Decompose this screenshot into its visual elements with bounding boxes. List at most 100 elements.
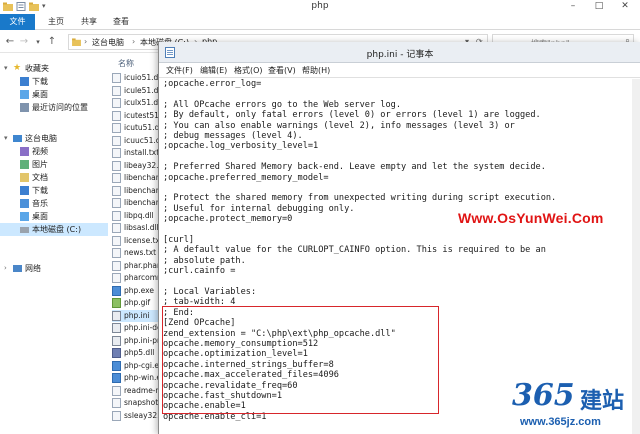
nav-label: 网络 bbox=[25, 264, 41, 273]
exe-file-icon bbox=[112, 373, 121, 383]
download-folder-icon bbox=[20, 186, 29, 195]
file-file-icon bbox=[112, 210, 121, 221]
file-file-icon bbox=[112, 273, 121, 283]
tab-view[interactable]: 查看 bbox=[108, 14, 134, 30]
notepad-menubar: 文件(F) 编辑(E) 格式(O) 查看(V) 帮助(H) bbox=[159, 63, 640, 78]
file-name: php.exe bbox=[124, 285, 154, 295]
back-button[interactable]: ← bbox=[4, 35, 16, 49]
forward-button[interactable]: → bbox=[18, 35, 30, 49]
star-icon: ★ bbox=[13, 63, 22, 73]
text-line: ;curl.cainfo = bbox=[163, 266, 236, 277]
file-file-icon bbox=[112, 123, 121, 133]
recent-places-icon bbox=[20, 103, 29, 112]
up-button[interactable]: ↑ bbox=[46, 35, 58, 49]
minimize-button[interactable]: – bbox=[560, 0, 586, 13]
site-watermark: Www.OsYunWei.Com bbox=[458, 210, 604, 226]
video-folder-icon bbox=[20, 147, 29, 156]
text-line: ; Protect the shared memory from unexpec… bbox=[163, 193, 557, 204]
nav-item-pictures[interactable]: 图片 bbox=[0, 158, 108, 171]
file-name: iculx51.dll bbox=[124, 98, 163, 107]
nav-favorites[interactable]: ▾ ★ 收藏夹 bbox=[0, 62, 108, 75]
text-line: ; Preferred Shared Memory back-end. Leav… bbox=[163, 162, 546, 173]
text-line: ; A default value for the CURLOPT_CAINFO… bbox=[163, 245, 546, 256]
explorer-title: php bbox=[311, 1, 329, 11]
php-file-icon bbox=[112, 348, 121, 358]
file-file-icon bbox=[112, 223, 121, 233]
maximize-button[interactable]: □ bbox=[586, 0, 612, 13]
file-file-icon bbox=[112, 148, 121, 158]
file-file-icon bbox=[112, 398, 121, 408]
expand-icon[interactable]: ▾ bbox=[4, 132, 8, 145]
nav-item-recent[interactable]: 最近访问的位置 bbox=[0, 101, 108, 114]
ini-file-icon bbox=[112, 335, 121, 346]
expand-icon[interactable]: › bbox=[4, 262, 7, 275]
ini-file-icon bbox=[112, 323, 121, 333]
nav-item-desktop[interactable]: 桌面 bbox=[0, 88, 108, 101]
menu-edit[interactable]: 编辑(E) bbox=[200, 65, 227, 76]
column-header-name[interactable]: 名称 bbox=[118, 58, 134, 69]
menu-format[interactable]: 格式(O) bbox=[234, 65, 263, 76]
brand-url: www.365jz.com bbox=[520, 416, 601, 428]
file-name: libsasl.dll bbox=[124, 223, 159, 232]
file-name: icuio51.dll bbox=[124, 73, 163, 82]
nav-item-videos[interactable]: 视频 bbox=[0, 145, 108, 158]
computer-icon bbox=[13, 135, 22, 142]
tab-share[interactable]: 共享 bbox=[76, 14, 102, 30]
text-line: ; Local Variables: bbox=[163, 287, 257, 297]
close-button[interactable]: ✕ bbox=[612, 0, 638, 13]
explorer-titlebar: ▾ php – □ ✕ bbox=[0, 0, 640, 14]
file-file-icon bbox=[112, 248, 121, 258]
documents-folder-icon bbox=[20, 173, 29, 182]
exe-file-icon bbox=[112, 285, 121, 296]
notepad-titlebar: php.ini - 记事本 bbox=[159, 42, 640, 63]
file-name: install.txt bbox=[124, 148, 160, 157]
notepad-window: php.ini - 记事本 文件(F) 编辑(E) 格式(O) 查看(V) 帮助… bbox=[158, 42, 640, 434]
breadcrumb-this-pc[interactable]: 这台电脑 bbox=[92, 37, 124, 48]
text-line: zend_extension = "C:\php\ext\php_opcache… bbox=[163, 328, 396, 339]
file-name: news.txt bbox=[124, 248, 157, 257]
text-line: opcache.enable=1 bbox=[163, 401, 246, 412]
file-file-icon bbox=[112, 135, 121, 146]
nav-item-local-disk[interactable]: 本地磁盘 (C:) bbox=[0, 223, 108, 236]
nav-label: 音乐 bbox=[32, 199, 48, 208]
nav-label: 下载 bbox=[32, 77, 48, 86]
expand-icon[interactable]: ▾ bbox=[4, 62, 8, 75]
text-line: ; tab-width: 4 bbox=[163, 297, 236, 308]
tab-home[interactable]: 主页 bbox=[43, 14, 69, 30]
text-line: [curl] bbox=[163, 235, 195, 245]
desktop-icon bbox=[20, 212, 29, 221]
nav-item-music[interactable]: 音乐 bbox=[0, 197, 108, 210]
desktop-icon bbox=[20, 90, 29, 99]
nav-this-pc[interactable]: ▾ 这台电脑 bbox=[0, 132, 108, 145]
nav-item-downloads[interactable]: 下载 bbox=[0, 75, 108, 88]
ribbon-tabs: 文件 主页 共享 查看 bbox=[0, 14, 640, 30]
gif-file-icon bbox=[112, 298, 121, 308]
tab-file[interactable]: 文件 bbox=[0, 14, 35, 30]
menu-help[interactable]: 帮助(H) bbox=[302, 65, 330, 76]
nav-network[interactable]: › 网络 bbox=[0, 262, 108, 275]
file-file-icon bbox=[112, 198, 121, 208]
text-line: opcache.max_accelerated_files=4096 bbox=[163, 370, 339, 381]
recent-locations-button[interactable]: ▾ bbox=[32, 35, 44, 49]
nav-item-desktop-pc[interactable]: 桌面 bbox=[0, 210, 108, 223]
menu-view[interactable]: 查看(V) bbox=[268, 65, 296, 76]
text-line: ;opcache.error_log= bbox=[163, 79, 262, 89]
nav-label: 收藏夹 bbox=[25, 64, 49, 73]
text-line: opcache.memory_consumption=512 bbox=[163, 339, 319, 349]
download-folder-icon bbox=[20, 77, 29, 86]
picture-folder-icon bbox=[20, 160, 29, 169]
nav-item-downloads-pc[interactable]: 下载 bbox=[0, 184, 108, 197]
file-file-icon bbox=[112, 85, 121, 96]
text-line: ;opcache.log_verbosity_level=1 bbox=[163, 141, 319, 152]
text-line: ; Useful for internal debugging only. bbox=[163, 203, 355, 214]
text-line: ; You can also enable warnings (level 2)… bbox=[163, 120, 515, 131]
nav-label: 文档 bbox=[32, 173, 48, 182]
text-line: ; absolute path. bbox=[163, 255, 246, 266]
menu-file[interactable]: 文件(F) bbox=[166, 65, 193, 76]
ini-file-icon bbox=[112, 310, 121, 321]
file-name: php.ini bbox=[124, 310, 150, 320]
nav-item-documents[interactable]: 文档 bbox=[0, 171, 108, 184]
text-line: ; By default, only fatal errors (level 0… bbox=[163, 110, 541, 121]
file-file-icon bbox=[112, 410, 121, 421]
nav-label: 下载 bbox=[32, 186, 48, 195]
